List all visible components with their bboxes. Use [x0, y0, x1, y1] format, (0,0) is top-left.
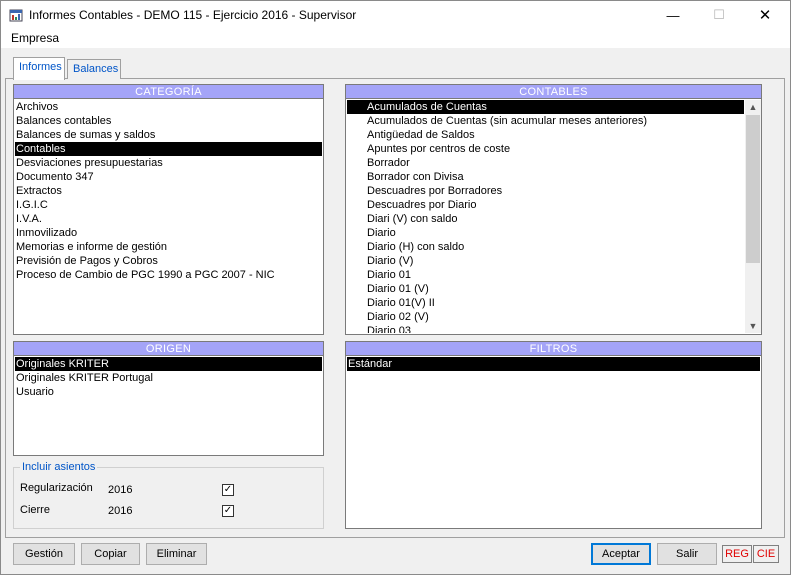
list-item[interactable]: Balances contables — [15, 114, 322, 128]
list-item[interactable]: Borrador — [347, 156, 744, 170]
list-item[interactable]: Apuntes por centros de coste — [347, 142, 744, 156]
list-item[interactable]: Estándar — [347, 357, 760, 371]
list-item[interactable]: Diario 03 — [347, 324, 744, 333]
cie-indicator: CIE — [753, 545, 779, 563]
filtros-header: FILTROS — [346, 342, 761, 356]
scroll-up-icon[interactable]: ▲ — [745, 100, 761, 114]
tab-balances[interactable]: Balances — [67, 59, 121, 79]
menu-empresa[interactable]: Empresa — [11, 31, 59, 45]
filtros-panel: FILTROS Estándar — [345, 341, 762, 529]
contables-scrollbar[interactable]: ▲ ▼ — [745, 100, 761, 333]
eliminar-button[interactable]: Eliminar — [146, 543, 207, 565]
list-item[interactable]: Antigüedad de Saldos — [347, 128, 744, 142]
origen-panel: ORIGEN Originales KRITER Originales KRITE… — [13, 341, 324, 456]
reg-indicator: REG — [722, 545, 752, 563]
list-item[interactable]: Diario 01 (V) — [347, 282, 744, 296]
list-item[interactable]: Documento 347 — [15, 170, 322, 184]
categoria-panel: CATEGORÍA Archivos Balances contables Bala… — [13, 84, 324, 335]
list-item[interactable]: Diari (V) con saldo — [347, 212, 744, 226]
list-item[interactable]: Descuadres por Diario — [347, 198, 744, 212]
categoria-list[interactable]: Archivos Balances contables Balances de su… — [15, 100, 322, 333]
scroll-down-icon[interactable]: ▼ — [745, 319, 761, 333]
salir-button[interactable]: Salir — [657, 543, 717, 565]
list-item[interactable]: Descuadres por Borradores — [347, 184, 744, 198]
list-item[interactable]: Originales KRITER — [15, 357, 322, 371]
maximize-button[interactable]: ☐ — [696, 1, 742, 29]
list-item[interactable]: Diario 02 (V) — [347, 310, 744, 324]
title-bar[interactable]: Informes Contables - DEMO 115 - Ejercici… — [1, 1, 790, 29]
list-item[interactable]: Desviaciones presupuestarias — [15, 156, 322, 170]
list-item[interactable]: Acumulados de Cuentas (sin acumular mese… — [347, 114, 744, 128]
origen-list[interactable]: Originales KRITER Originales KRITER Portu… — [15, 357, 322, 454]
incluir-asientos-group: Incluir asientos Regularización 2016 ✓ C… — [13, 461, 324, 529]
list-item[interactable]: Diario 01(V) II — [347, 296, 744, 310]
list-item[interactable]: Diario — [347, 226, 744, 240]
contables-header: CONTABLES — [346, 85, 761, 99]
cierre-label: Cierre — [20, 504, 50, 516]
aceptar-button[interactable]: Aceptar — [591, 543, 651, 565]
list-item[interactable]: Proceso de Cambio de PGC 1990 a PGC 2007… — [15, 268, 322, 282]
tab-informes[interactable]: Informes — [13, 57, 65, 80]
incluir-asientos-title: Incluir asientos — [20, 461, 98, 473]
menu-bar: Empresa — [1, 29, 790, 48]
contables-panel: CONTABLES Acumulados de Cuentas Acumulado… — [345, 84, 762, 335]
list-item[interactable]: Memorias e informe de gestión — [15, 240, 322, 254]
list-item[interactable]: I.G.I.C — [15, 198, 322, 212]
contables-list[interactable]: Acumulados de Cuentas Acumulados de Cuent… — [347, 100, 744, 333]
list-item[interactable]: Previsión de Pagos y Cobros — [15, 254, 322, 268]
list-item[interactable]: Extractos — [15, 184, 322, 198]
minimize-button[interactable]: — — [650, 1, 696, 29]
list-item[interactable]: Diario 01 — [347, 268, 744, 282]
list-item[interactable]: Usuario — [15, 385, 322, 399]
list-item[interactable]: Inmovilizado — [15, 226, 322, 240]
app-icon — [9, 9, 23, 22]
list-item[interactable]: Borrador con Divisa — [347, 170, 744, 184]
list-item[interactable]: Diario (V) — [347, 254, 744, 268]
informes-contables-window: Informes Contables - DEMO 115 - Ejercici… — [0, 0, 791, 575]
regularizacion-year: 2016 — [108, 484, 133, 496]
list-item[interactable]: Balances de sumas y saldos — [15, 128, 322, 142]
list-item[interactable]: Diario (H) con saldo — [347, 240, 744, 254]
copiar-button[interactable]: Copiar — [81, 543, 140, 565]
close-button[interactable]: ✕ — [742, 1, 788, 29]
filtros-list[interactable]: Estándar — [347, 357, 760, 527]
cierre-year: 2016 — [108, 505, 133, 517]
window-title: Informes Contables - DEMO 115 - Ejercici… — [29, 8, 357, 22]
gestion-button[interactable]: Gestión — [13, 543, 75, 565]
regularizacion-label: Regularización — [20, 482, 93, 494]
list-item[interactable]: Archivos — [15, 100, 322, 114]
list-item[interactable]: Contables — [15, 142, 322, 156]
cierre-checkbox[interactable]: ✓ — [222, 505, 234, 517]
origen-header: ORIGEN — [14, 342, 323, 356]
scrollbar-thumb[interactable] — [746, 115, 760, 263]
list-item[interactable]: I.V.A. — [15, 212, 322, 226]
list-item[interactable]: Acumulados de Cuentas — [347, 100, 744, 114]
categoria-header: CATEGORÍA — [14, 85, 323, 99]
regularizacion-checkbox[interactable]: ✓ — [222, 484, 234, 496]
list-item[interactable]: Originales KRITER Portugal — [15, 371, 322, 385]
